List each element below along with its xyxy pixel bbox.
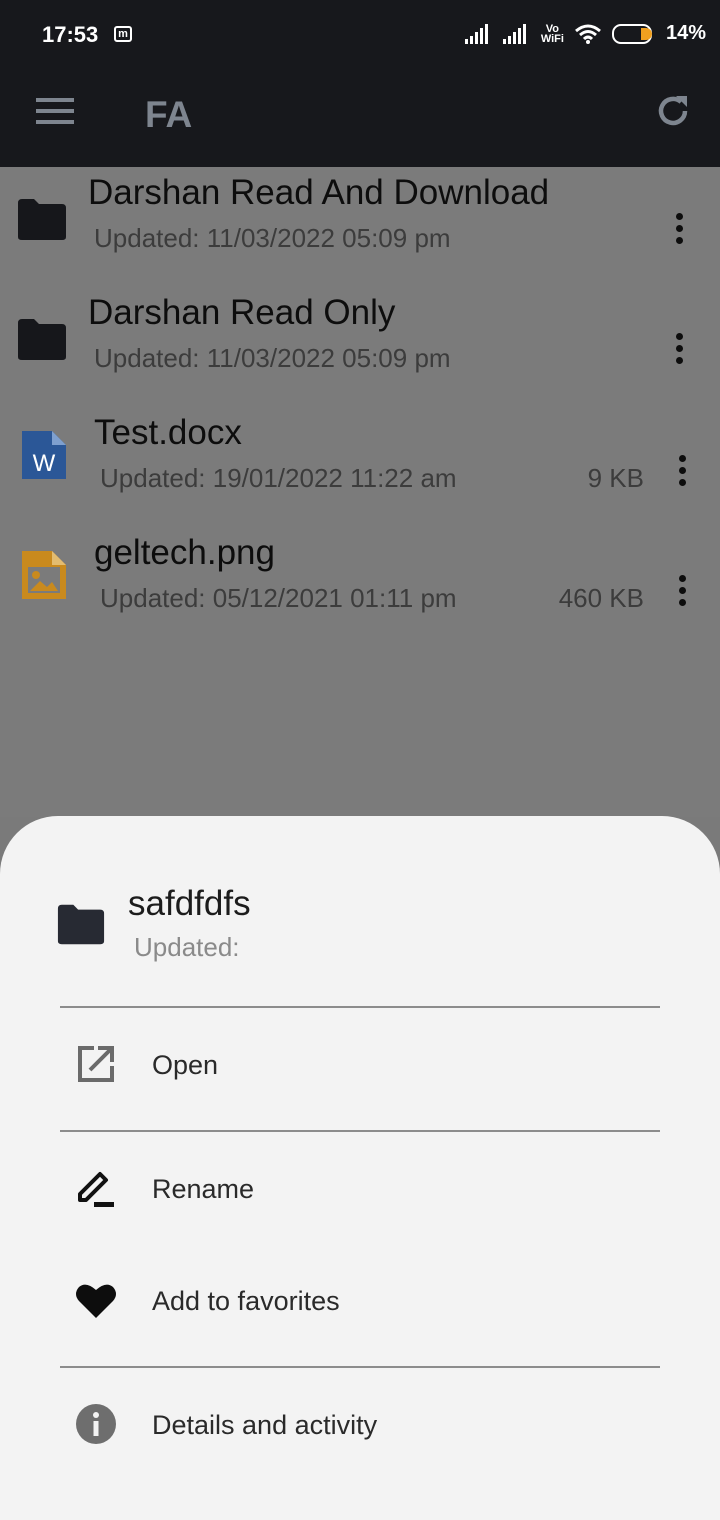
divider — [60, 1130, 660, 1132]
status-bar: 17:53 m Vo WiFi 14% — [0, 0, 720, 70]
details-label: Details and activity — [152, 1410, 378, 1440]
folder-icon — [18, 199, 66, 240]
rename-pencil-icon — [78, 1172, 114, 1207]
notification-icon: m — [114, 26, 132, 42]
file-updated: Updated: 19/01/2022 11:22 am — [100, 463, 457, 493]
file-row[interactable]: W Test.docx Updated: 19/01/2022 11:22 am… — [0, 407, 720, 527]
file-name: Darshan Read Only — [88, 293, 396, 332]
file-name: Darshan Read And Download — [88, 173, 550, 212]
refresh-icon[interactable] — [654, 92, 692, 130]
file-size: 460 KB — [558, 583, 644, 613]
details-activity-button[interactable]: Details and activity — [60, 1376, 660, 1476]
svg-text:W: W — [33, 450, 56, 477]
file-updated: Updated: 11/03/2022 05:09 pm — [94, 223, 451, 253]
folder-icon — [57, 904, 105, 945]
more-options-icon[interactable] — [676, 575, 688, 611]
more-options-icon[interactable] — [673, 213, 685, 249]
more-options-icon[interactable] — [676, 455, 688, 491]
word-doc-icon: W — [22, 431, 66, 479]
add-to-favorites-button[interactable]: Add to favorites — [60, 1252, 660, 1352]
more-options-icon[interactable] — [673, 333, 685, 369]
rename-label: Rename — [152, 1174, 255, 1204]
signal-icon-2 — [502, 23, 526, 44]
file-row[interactable]: Darshan Read And Download Updated: 11/03… — [0, 167, 720, 287]
folder-icon — [18, 319, 66, 360]
divider — [60, 1006, 660, 1008]
open-label: Open — [152, 1050, 219, 1080]
rename-button[interactable]: Rename — [60, 1140, 660, 1240]
sheet-item-name: safdfdfs — [128, 884, 251, 923]
battery-icon — [611, 23, 652, 44]
image-file-icon — [22, 551, 66, 599]
bottom-sheet: safdfdfs Updated: Open Rename Add to fav… — [0, 816, 720, 1520]
file-row[interactable]: Darshan Read Only Updated: 11/03/2022 05… — [0, 287, 720, 407]
open-external-icon — [78, 1046, 114, 1082]
heart-icon — [76, 1284, 116, 1318]
file-list: Darshan Read And Download Updated: 11/03… — [0, 167, 720, 817]
wifi-icon — [575, 24, 601, 44]
open-button[interactable]: Open — [60, 1016, 660, 1116]
app-title: FA — [145, 94, 193, 135]
info-icon — [76, 1404, 116, 1444]
hamburger-menu-icon[interactable] — [36, 96, 76, 126]
file-name: Test.docx — [94, 413, 242, 452]
battery-percent: 14% — [665, 22, 706, 44]
sheet-item-updated: Updated: — [134, 932, 240, 962]
status-indicators: Vo WiFi 14% — [464, 22, 706, 45]
file-size: 9 KB — [587, 463, 644, 493]
file-row[interactable]: geltech.png Updated: 05/12/2021 01:11 pm… — [0, 527, 720, 647]
file-updated: Updated: 11/03/2022 05:09 pm — [94, 343, 451, 373]
favorites-label: Add to favorites — [152, 1286, 340, 1316]
divider — [60, 1366, 660, 1368]
app-bar: FA — [0, 70, 720, 167]
signal-icon — [464, 23, 488, 44]
file-updated: Updated: 05/12/2021 01:11 pm — [100, 583, 457, 613]
file-name: geltech.png — [94, 533, 275, 572]
vowifi-icon: Vo WiFi — [540, 22, 564, 45]
status-time: 17:53 — [42, 22, 99, 47]
